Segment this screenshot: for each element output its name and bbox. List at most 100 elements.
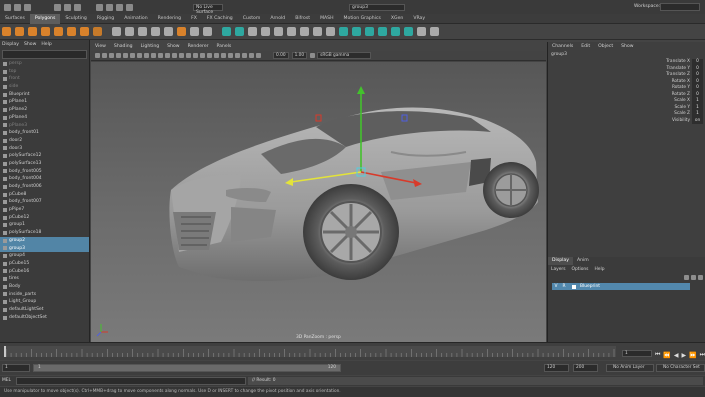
disc-icon[interactable] [80,27,89,36]
step-forward-key-icon[interactable]: ⏩ [689,352,696,359]
auto-map-icon[interactable] [430,27,439,36]
motion-blur-icon[interactable] [214,53,219,58]
sphere-icon[interactable] [2,27,11,36]
depth-of-field-icon[interactable] [228,53,233,58]
playback-end-field[interactable]: 200 [573,364,598,372]
move-layer-down-icon[interactable] [691,275,696,280]
outliner-item[interactable]: door2 [0,137,89,145]
append-icon[interactable] [261,27,270,36]
character-set-dropdown[interactable]: No Character Set [656,364,705,372]
viewport-menu-view[interactable]: View [95,44,106,49]
channel-box-menu-edit[interactable]: Edit [581,44,590,49]
outliner-item[interactable]: pPlane1 [0,98,89,106]
viewport-menu-lighting[interactable]: Lighting [141,44,160,49]
outliner-item[interactable]: top [0,68,89,76]
cone-icon[interactable] [41,27,50,36]
snap-curve-icon[interactable] [106,3,113,11]
outliner-item[interactable]: persp [0,60,89,68]
shelf-tab[interactable]: Sculpting [60,14,91,24]
lights-icon[interactable] [193,53,198,58]
bevel-icon[interactable] [248,27,257,36]
textured-icon[interactable] [186,53,191,58]
viewport-menu-shading[interactable]: Shading [114,44,133,49]
select-component-icon[interactable] [74,3,81,11]
insert-edge-loop-icon[interactable] [339,27,348,36]
platonic-icon[interactable] [93,27,102,36]
mirror-icon[interactable] [190,27,199,36]
outliner-item[interactable]: body_front005 [0,168,89,176]
outliner-item[interactable]: Blueprint [0,91,89,99]
resolution-gate-icon[interactable] [137,53,142,58]
anti-aliasing-icon[interactable] [221,53,226,58]
merge-icon[interactable] [287,27,296,36]
object-name-field[interactable]: group3 [349,4,405,11]
snap-surface-icon[interactable] [126,3,133,11]
select-hierarchy-icon[interactable] [54,3,61,11]
command-language-label[interactable]: MEL [0,377,14,385]
outliner-item[interactable]: defaultObjectSet [0,314,89,322]
outliner-item[interactable]: pCube12 [0,214,89,222]
shelf-tab[interactable]: Rigging [92,14,119,24]
tab-display[interactable]: Display [548,257,573,265]
xray-joints-icon[interactable] [249,53,254,58]
shelf-tab[interactable]: FX [186,14,202,24]
outliner-item[interactable]: group2 [0,236,89,245]
play-forward-icon[interactable]: ▶ [682,352,687,359]
image-plane-icon[interactable] [116,53,121,58]
combine-icon[interactable] [112,27,121,36]
go-to-end-icon[interactable]: ⏭ [700,351,705,359]
shelf-tab[interactable]: Arnold [265,14,290,24]
viewport-3d[interactable]: 3D PanZoom : persp [91,62,546,342]
outliner-item[interactable]: polySurface13 [0,160,89,168]
layer-color-swatch[interactable] [572,284,576,289]
isolate-select-icon[interactable] [235,53,240,58]
layer-visibility-toggle[interactable]: V [552,283,560,290]
outliner-menu-help[interactable]: Help [41,42,51,47]
camera-far-field[interactable]: 1.00 [291,52,308,59]
viewport-menu-panels[interactable]: Panels [217,44,232,49]
layer-type-toggle[interactable]: R [560,283,568,290]
field-chart-icon[interactable] [151,53,156,58]
gate-mask-icon[interactable] [144,53,149,58]
live-surface-field[interactable]: No Live Surface [193,4,223,15]
current-frame-field[interactable]: 1 [622,350,652,357]
multi-cut-icon[interactable] [313,27,322,36]
poke-icon[interactable] [365,27,374,36]
xray-components-icon[interactable] [256,53,261,58]
shelf-tab[interactable]: Rendering [153,14,186,24]
boolean-icon[interactable] [151,27,160,36]
range-slider-bar[interactable]: 1 120 [33,364,341,372]
outliner-item[interactable]: pPipe7 [0,206,89,214]
shelf-tab[interactable]: VRay [408,14,430,24]
outliner-item[interactable]: pPlane3 [0,122,89,130]
shelf-tab[interactable]: Motion Graphics [339,14,386,24]
outliner-search-input[interactable] [2,50,87,59]
bookmark-icon[interactable] [109,53,114,58]
reduce-icon[interactable] [177,27,186,36]
select-object-icon[interactable] [64,3,71,11]
film-gate-icon[interactable] [130,53,135,58]
channel-box-menu-channels[interactable]: Channels [552,44,573,49]
outliner-item[interactable]: body_front006 [0,183,89,191]
outliner-item[interactable]: defaultLightSet [0,306,89,314]
target-weld-icon[interactable] [326,27,335,36]
anim-layer-dropdown[interactable]: No Anim Layer [606,364,654,372]
range-start-field[interactable]: 1 [2,364,30,372]
shelf-tab[interactable]: Bifrost [290,14,315,24]
shelf-tab[interactable]: FX Caching [202,14,238,24]
new-layer-icon[interactable] [698,275,703,280]
fill-hole-icon[interactable] [274,27,283,36]
outliner-item[interactable]: body_front004 [0,175,89,183]
open-scene-icon[interactable] [14,3,21,11]
offset-edge-loop-icon[interactable] [352,27,361,36]
layer-menu-options[interactable]: Options [572,267,589,272]
clean-up-icon[interactable] [203,27,212,36]
move-layer-up-icon[interactable] [684,275,689,280]
shadows-icon[interactable] [200,53,205,58]
outliner-item[interactable]: polySurface18 [0,229,89,237]
circularize-icon[interactable] [391,27,400,36]
outliner-item[interactable]: inside_parts [0,291,89,299]
outliner-item[interactable]: pPlane2 [0,106,89,114]
workspace-dropdown[interactable] [660,3,700,11]
outliner-item[interactable]: side [0,83,89,91]
